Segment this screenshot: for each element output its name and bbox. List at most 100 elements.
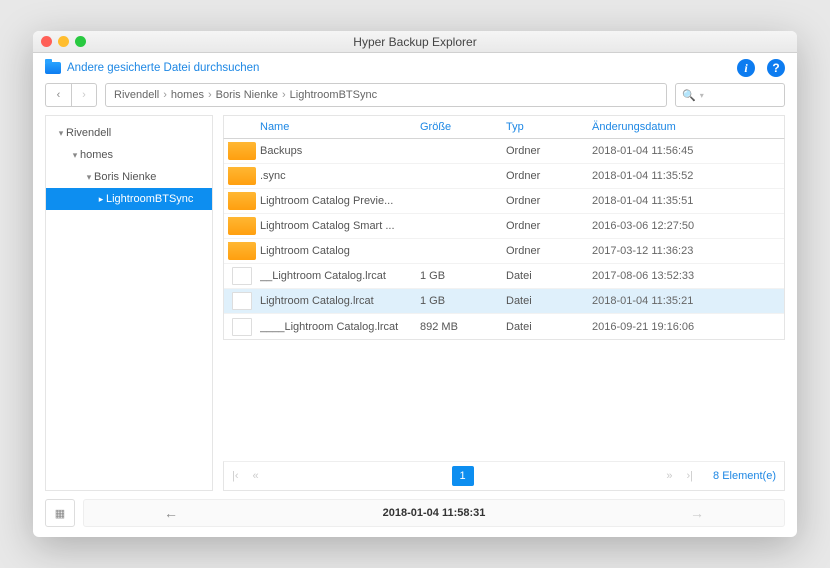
prev-page-icon[interactable]: « <box>253 470 259 482</box>
snapshot-timeline[interactable]: ← 2018-01-04 11:58:31 → <box>83 499 785 527</box>
pager: |‹ « 1 » ›| 8 Element(e) <box>223 461 785 491</box>
close-icon[interactable] <box>41 36 52 47</box>
chevron-down-icon: ▾ <box>84 172 94 183</box>
chevron-down-icon: ▾ <box>70 150 80 161</box>
folder-icon <box>228 242 256 260</box>
cell-size: 1 GB <box>420 295 506 307</box>
folder-icon <box>228 217 256 235</box>
app-window: Hyper Backup Explorer Andere gesicherte … <box>33 31 797 537</box>
current-page[interactable]: 1 <box>452 466 474 486</box>
cell-size: 1 GB <box>420 270 506 282</box>
folder-icon <box>228 192 256 210</box>
file-pane: Name Größe Typ Änderungsdatum Backups Ord… <box>223 115 785 491</box>
cell-name: .sync <box>260 170 420 182</box>
table-row[interactable]: Lightroom Catalog.lrcat1 GBDatei2018-01-… <box>224 289 784 314</box>
search-icon: 🔍 <box>682 89 696 102</box>
cell-type: Datei <box>506 270 592 282</box>
cell-date: 2018-01-04 11:56:45 <box>592 145 784 157</box>
cell-type: Ordner <box>506 245 592 257</box>
cell-name: Lightroom Catalog.lrcat <box>260 295 420 307</box>
prev-snapshot-button[interactable]: ← <box>164 505 178 521</box>
pager-first-prev[interactable]: |‹ « <box>232 470 292 482</box>
calendar-icon: ▦ <box>55 507 65 520</box>
table-row[interactable]: Lightroom Catalog Ordner2017-03-12 11:36:… <box>224 239 784 264</box>
table-row[interactable]: __Lightroom Catalog.lrcat1 GBDatei2017-0… <box>224 264 784 289</box>
last-page-icon[interactable]: ›| <box>686 470 693 482</box>
window-title: Hyper Backup Explorer <box>33 35 797 49</box>
column-type[interactable]: Typ <box>506 121 592 133</box>
footer: ▦ ← 2018-01-04 11:58:31 → <box>33 491 797 537</box>
crumb[interactable]: Rivendell <box>114 89 159 101</box>
table-row[interactable]: .sync Ordner2018-01-04 11:35:52 <box>224 164 784 189</box>
cell-type: Datei <box>506 295 592 307</box>
cell-date: 2018-01-04 11:35:52 <box>592 170 784 182</box>
dropdown-icon: ▾ <box>700 91 704 100</box>
minimize-icon[interactable] <box>58 36 69 47</box>
cell-date: 2017-03-12 11:36:23 <box>592 245 784 257</box>
tree-item-rivendell[interactable]: ▾ Rivendell <box>46 122 212 144</box>
crumb[interactable]: LightroomBTSync <box>290 89 377 101</box>
table-row[interactable]: ____Lightroom Catalog.lrcat892 MBDatei20… <box>224 314 784 339</box>
cell-type: Ordner <box>506 195 592 207</box>
window-controls <box>41 36 86 47</box>
cell-name: Lightroom Catalog Smart ... <box>260 220 420 232</box>
cell-name: Backups <box>260 145 420 157</box>
back-button[interactable]: ‹ <box>45 83 71 107</box>
snapshot-timestamp: 2018-01-04 11:58:31 <box>383 507 486 519</box>
crumb[interactable]: homes <box>171 89 204 101</box>
folder-tree: ▾ Rivendell ▾ homes ▾ Boris Nienke ▸ Lig… <box>45 115 213 491</box>
next-page-icon[interactable]: » <box>666 470 672 482</box>
cell-date: 2018-01-04 11:35:51 <box>592 195 784 207</box>
element-count: 8 Element(e) <box>713 470 776 482</box>
cell-type: Datei <box>506 321 592 333</box>
tree-item-homes[interactable]: ▾ homes <box>46 144 212 166</box>
cell-size: 892 MB <box>420 321 506 333</box>
titlebar: Hyper Backup Explorer <box>33 31 797 53</box>
info-button[interactable]: i <box>737 59 755 77</box>
file-icon <box>232 292 252 310</box>
chevron-right-icon: › <box>208 89 212 101</box>
cell-type: Ordner <box>506 170 592 182</box>
tree-item-lightroombtsync[interactable]: ▸ LightroomBTSync <box>46 188 212 210</box>
tree-label: Boris Nienke <box>94 171 156 183</box>
zoom-icon[interactable] <box>75 36 86 47</box>
file-icon <box>232 267 252 285</box>
pager-next-last[interactable]: » ›| <box>633 470 693 482</box>
cell-name: Lightroom Catalog <box>260 245 420 257</box>
cell-name: Lightroom Catalog Previe... <box>260 195 420 207</box>
chevron-right-icon: › <box>163 89 167 101</box>
browse-other-backup-link[interactable]: Andere gesicherte Datei durchsuchen <box>67 62 259 74</box>
next-snapshot-button[interactable]: → <box>690 505 704 521</box>
column-size[interactable]: Größe <box>420 121 506 133</box>
chevron-right-icon: ▸ <box>96 194 106 205</box>
search-input[interactable]: 🔍 ▾ <box>675 83 785 107</box>
first-page-icon[interactable]: |‹ <box>232 470 239 482</box>
cell-date: 2018-01-04 11:35:21 <box>592 295 784 307</box>
navigation-row: ‹ › Rivendell › homes › Boris Nienke › L… <box>33 81 797 115</box>
cell-date: 2016-03-06 12:27:50 <box>592 220 784 232</box>
column-date[interactable]: Änderungsdatum <box>592 121 784 133</box>
table-row[interactable]: Backups Ordner2018-01-04 11:56:45 <box>224 139 784 164</box>
column-name[interactable]: Name <box>260 121 420 133</box>
chevron-right-icon: › <box>282 89 286 101</box>
chevron-down-icon: ▾ <box>56 128 66 139</box>
file-list: BackupsOrdner2018-01-04 11:56:45.syncOrd… <box>223 139 785 340</box>
table-row[interactable]: Lightroom Catalog Previe... Ordner2018-01… <box>224 189 784 214</box>
cell-date: 2017-08-06 13:52:33 <box>592 270 784 282</box>
forward-button[interactable]: › <box>71 83 97 107</box>
cell-name: __Lightroom Catalog.lrcat <box>260 270 420 282</box>
table-row[interactable]: Lightroom Catalog Smart ...Ordner2016-03… <box>224 214 784 239</box>
table-header: Name Größe Typ Änderungsdatum <box>223 115 785 139</box>
folder-icon <box>228 167 256 185</box>
tree-item-boris-nienke[interactable]: ▾ Boris Nienke <box>46 166 212 188</box>
crumb[interactable]: Boris Nienke <box>216 89 278 101</box>
calendar-button[interactable]: ▦ <box>45 499 75 527</box>
folder-icon <box>228 142 256 160</box>
cell-type: Ordner <box>506 145 592 157</box>
cell-name: ____Lightroom Catalog.lrcat <box>260 321 420 333</box>
help-button[interactable]: ? <box>767 59 785 77</box>
tree-label: LightroomBTSync <box>106 193 193 205</box>
tree-label: homes <box>80 149 113 161</box>
breadcrumb[interactable]: Rivendell › homes › Boris Nienke › Light… <box>105 83 667 107</box>
folder-icon <box>45 62 61 74</box>
